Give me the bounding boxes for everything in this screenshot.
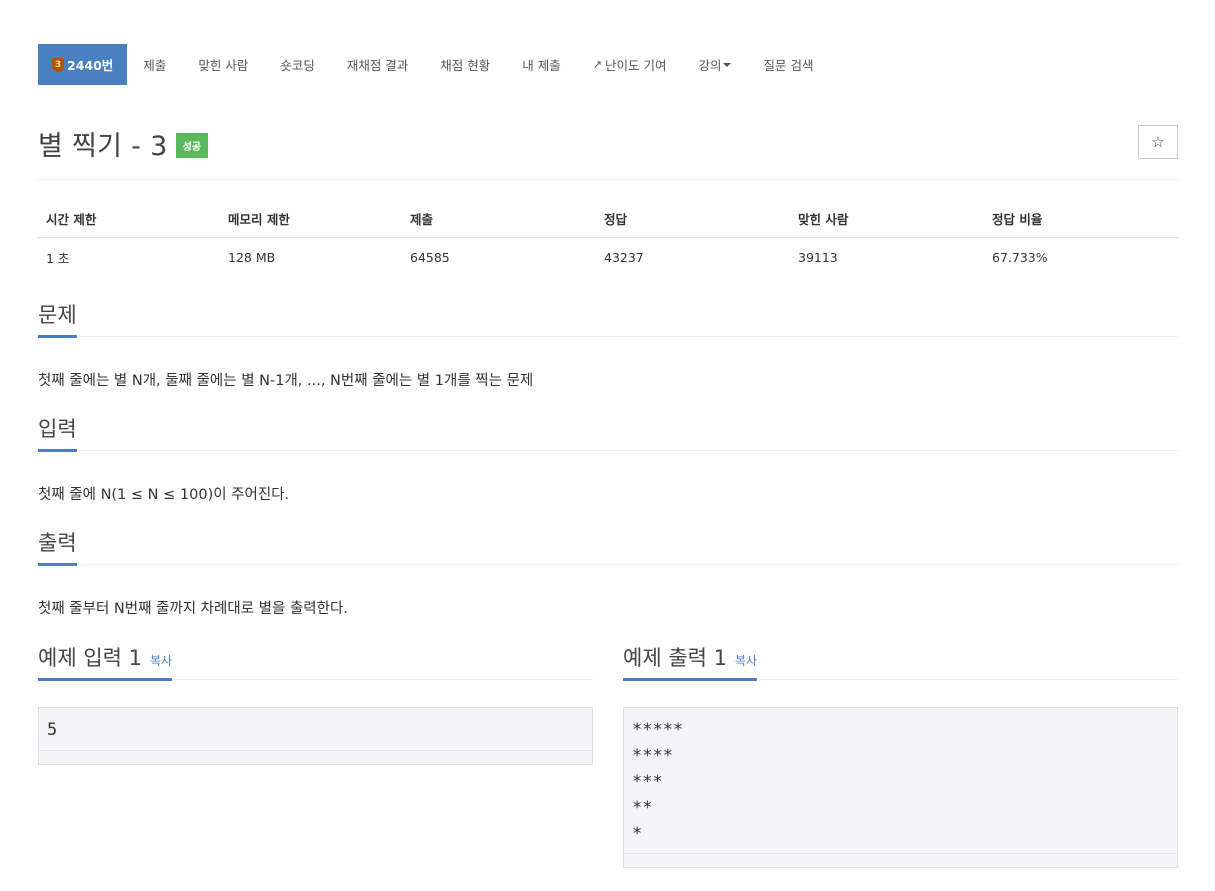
problem-section-header: 문제: [38, 303, 1178, 339]
bronze-tier-icon: 3: [52, 57, 64, 72]
output-section-header: 출력: [38, 531, 1178, 567]
tab-problem[interactable]: 3 2440번: [38, 44, 128, 85]
problem-heading: 문제: [38, 303, 77, 339]
section-divider: [38, 564, 1178, 566]
info-header-accepted: 정답: [596, 199, 790, 238]
info-accept-ratio: 67.733%: [992, 250, 1048, 265]
sample-output-header: 예제 출력 1 복사: [623, 646, 1178, 682]
tab-difficulty-contribution[interactable]: ↗ 난이도 기여: [577, 44, 683, 85]
sample-output-value: ***** **** *** ** *: [632, 720, 684, 844]
page-title: 별 찍기 - 3: [38, 131, 168, 162]
info-accepted: 43237: [604, 250, 644, 265]
input-heading: 입력: [38, 417, 77, 453]
info-value-row: 1 초 128 MB 64585 43237 39113 67.733%: [38, 238, 1178, 278]
problem-page: 3 2440번 제출 맞힌 사람 숏코딩 재채점 결과 채점 현황 내 제출 ↗…: [0, 0, 1215, 891]
tab-my-submissions[interactable]: 내 제출: [506, 44, 576, 85]
section-divider: [38, 336, 1178, 338]
info-solved-users: 39113: [798, 250, 838, 265]
tab-question-search[interactable]: 질문 검색: [747, 44, 829, 85]
title-divider: [38, 179, 1178, 180]
tab-short-coding[interactable]: 숏코딩: [264, 44, 331, 85]
sample-box-footer: [39, 750, 592, 764]
output-heading: 출력: [38, 531, 77, 567]
sample-box-footer: [624, 853, 1177, 867]
star-icon: ☆: [1151, 133, 1165, 151]
caret-down-icon: [723, 62, 732, 67]
problem-description: 첫째 줄에는 별 N개, 둘째 줄에는 별 N-1개, ..., N번째 줄에는…: [38, 373, 534, 389]
section-divider: [38, 450, 1178, 452]
sample-input-heading: 예제 입력 1 복사: [38, 646, 173, 682]
sample-input-value: 5: [47, 720, 58, 740]
tab-lectures-dropdown[interactable]: 강의: [682, 44, 747, 85]
info-header-row: 시간 제한 메모리 제한 제출 정답 맞힌 사람 정답 비율: [38, 199, 1178, 238]
status-badge: 성공: [175, 133, 208, 158]
tab-difficulty-label: 난이도 기여: [604, 58, 667, 73]
input-section-header: 입력: [38, 417, 1178, 453]
sample-output-box[interactable]: ***** **** *** ** *: [623, 707, 1178, 868]
sample-input-header: 예제 입력 1 복사: [38, 646, 593, 682]
info-submissions: 64585: [410, 250, 450, 265]
tab-judge-status[interactable]: 채점 현황: [424, 44, 506, 85]
problem-nav: 3 2440번 제출 맞힌 사람 숏코딩 재채점 결과 채점 현황 내 제출 ↗…: [38, 44, 829, 85]
title-row: 별 찍기 - 3 성공: [38, 124, 208, 163]
sample-output-title: 예제 출력 1: [623, 646, 727, 670]
sample-output-heading: 예제 출력 1 복사: [623, 646, 758, 682]
external-link-icon: ↗: [592, 58, 602, 71]
info-memory-limit: 128 MB: [228, 250, 276, 265]
sample-input-box[interactable]: 5: [38, 707, 593, 765]
output-description: 첫째 줄부터 N번째 줄까지 차례대로 별을 출력한다.: [38, 601, 348, 617]
tab-solved-users[interactable]: 맞힌 사람: [182, 44, 264, 85]
info-header-time-limit: 시간 제한: [38, 199, 220, 238]
info-time-limit: 1 초: [46, 251, 70, 266]
sample-input-title: 예제 입력 1: [38, 646, 142, 670]
copy-output-link[interactable]: 복사: [735, 654, 757, 668]
copy-input-link[interactable]: 복사: [150, 654, 172, 668]
input-description: 첫째 줄에 N(1 ≤ N ≤ 100)이 주어진다.: [38, 487, 290, 503]
info-header-memory-limit: 메모리 제한: [220, 199, 402, 238]
tab-lectures-label: 강의: [698, 58, 722, 73]
tab-submit[interactable]: 제출: [127, 44, 182, 85]
tab-rejudge-results[interactable]: 재채점 결과: [331, 44, 424, 85]
problem-info-table: 시간 제한 메모리 제한 제출 정답 맞힌 사람 정답 비율 1 초 128 M…: [38, 199, 1178, 277]
info-header-solved-users: 맞힌 사람: [790, 199, 984, 238]
favorite-button[interactable]: ☆: [1138, 125, 1178, 159]
info-header-accept-ratio: 정답 비율: [984, 199, 1178, 238]
tab-problem-label: 2440번: [67, 58, 114, 73]
info-header-submissions: 제출: [402, 199, 596, 238]
